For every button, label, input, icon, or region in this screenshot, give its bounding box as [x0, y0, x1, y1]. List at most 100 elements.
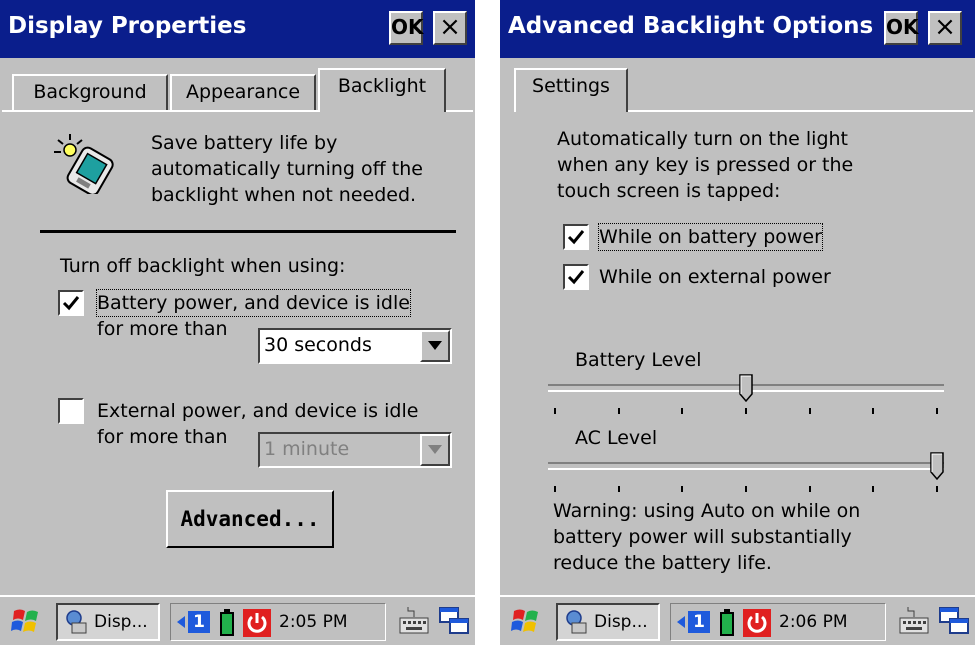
start-windows-icon[interactable]: [10, 605, 42, 637]
screenshot-divider: [475, 0, 500, 645]
battery-power-label[interactable]: While on battery power: [598, 223, 823, 251]
taskbar: Disp... 1 2:06 PM: [500, 595, 975, 645]
window-switch-icon[interactable]: [938, 605, 970, 637]
slider-tick: [745, 486, 747, 492]
battery-timeout-dropdown-button[interactable]: [420, 330, 450, 362]
tab-backlight[interactable]: Backlight: [318, 68, 446, 112]
ok-button[interactable]: OK: [884, 11, 919, 45]
clock[interactable]: 2:06 PM: [779, 604, 848, 640]
keyboard-icon[interactable]: [398, 605, 430, 637]
tray-number-badge[interactable]: 1: [188, 611, 210, 633]
advanced-backlight-screen: Advanced Backlight Options OK × Settings…: [500, 0, 975, 645]
slider-tick: [936, 408, 938, 414]
battery-level-slider[interactable]: [548, 374, 944, 424]
tab-settings[interactable]: Settings: [514, 68, 628, 112]
backlight-device-icon: [54, 134, 114, 194]
system-tray: 1 2:05 PM: [170, 603, 386, 641]
battery-timeout-value: 30 seconds: [264, 334, 372, 356]
clock[interactable]: 2:05 PM: [279, 604, 348, 640]
external-power-label: External power, and device is idle: [97, 400, 419, 422]
panel-top-edge-right: [446, 110, 473, 112]
checkmark-icon: [567, 230, 585, 245]
battery-power-checkbox[interactable]: [58, 290, 84, 316]
tab-background[interactable]: Background: [12, 74, 168, 110]
window-title: Advanced Backlight Options: [508, 13, 874, 39]
battery-icon[interactable]: [719, 609, 735, 637]
taskbar-app-button[interactable]: Disp...: [556, 603, 660, 641]
slider-tick: [554, 486, 556, 492]
intro-line-2: when any key is pressed or the: [557, 154, 854, 176]
slider-tick: [745, 408, 747, 414]
tray-number-badge[interactable]: 1: [688, 611, 710, 633]
battery-idle-label: for more than: [97, 318, 228, 340]
tray-arrow-icon[interactable]: [677, 616, 685, 628]
panel-top-edge: [2, 110, 318, 112]
system-tray: 1 2:06 PM: [670, 603, 886, 641]
section-label: Turn off backlight when using:: [60, 255, 346, 277]
separator-line: [40, 230, 456, 233]
slider-tick: [617, 486, 620, 492]
warning-line-3: reduce the battery life.: [553, 552, 772, 574]
battery-power-label[interactable]: Battery power, and device is idle: [96, 289, 411, 317]
battery-icon[interactable]: [219, 609, 235, 637]
tab-strip: Background Appearance Backlight: [0, 58, 475, 118]
external-timeout-select[interactable]: 1 minute: [258, 432, 452, 468]
chevron-down-icon: [428, 341, 442, 350]
title-bar: Advanced Backlight Options OK ×: [500, 0, 975, 58]
external-timeout-value: 1 minute: [264, 438, 350, 460]
taskbar-app-label: Disp...: [594, 612, 648, 632]
tab-strip: Settings: [500, 58, 975, 118]
intro-line-1: Automatically turn on the light: [557, 128, 849, 150]
slider-tick: [554, 408, 556, 414]
window-title: Display Properties: [8, 13, 247, 39]
title-bar: Display Properties OK ×: [0, 0, 475, 58]
checkmark-icon: [62, 296, 80, 311]
window-switch-icon[interactable]: [438, 605, 470, 637]
slider-tick: [808, 486, 811, 492]
power-icon[interactable]: [243, 609, 271, 637]
display-properties-screen: Display Properties OK × Background Appea…: [0, 0, 475, 645]
display-app-icon: [66, 610, 87, 634]
ac-level-label: AC Level: [575, 427, 658, 449]
keyboard-icon[interactable]: [898, 605, 930, 637]
ac-level-slider[interactable]: [548, 452, 944, 502]
battery-timeout-select[interactable]: 30 seconds: [258, 328, 452, 364]
slider-thumb[interactable]: [739, 374, 753, 402]
tab-appearance[interactable]: Appearance: [170, 74, 316, 110]
advanced-button[interactable]: Advanced...: [166, 490, 334, 548]
slider-tick: [617, 408, 620, 414]
chevron-down-icon: [428, 445, 442, 454]
slider-tick: [872, 486, 875, 492]
taskbar-app-button[interactable]: Disp...: [56, 603, 160, 641]
close-button[interactable]: ×: [433, 11, 467, 45]
checkmark-icon: [567, 270, 585, 285]
external-power-label: While on external power: [599, 266, 831, 288]
slider-tick: [808, 408, 811, 414]
slider-track: [548, 462, 944, 470]
power-icon[interactable]: [743, 609, 771, 637]
slider-tick: [872, 408, 875, 414]
external-power-checkbox[interactable]: [58, 398, 84, 424]
external-timeout-dropdown-button[interactable]: [420, 434, 450, 466]
intro-line-3: backlight when not needed.: [151, 184, 417, 206]
start-windows-icon[interactable]: [510, 605, 542, 637]
ok-button[interactable]: OK: [389, 11, 424, 45]
battery-power-checkbox[interactable]: [563, 224, 589, 250]
warning-line-2: battery power will substantially: [553, 526, 852, 548]
battery-level-label: Battery Level: [575, 349, 702, 371]
slider-tick: [936, 486, 938, 492]
slider-tick: [681, 408, 684, 414]
external-power-checkbox[interactable]: [563, 264, 589, 290]
panel-top-edge: [628, 110, 973, 112]
display-app-icon: [566, 610, 587, 634]
slider-tick: [681, 486, 684, 492]
warning-line-1: Warning: using Auto on while on: [553, 500, 861, 522]
taskbar: Disp... 1 2:05 PM: [0, 595, 475, 645]
intro-line-3: touch screen is tapped:: [557, 180, 781, 202]
intro-line-1: Save battery life by: [151, 132, 338, 154]
external-idle-label: for more than: [97, 426, 228, 448]
slider-thumb[interactable]: [930, 452, 944, 480]
intro-line-2: automatically turning off the: [151, 158, 423, 180]
tray-arrow-icon[interactable]: [177, 616, 185, 628]
close-button[interactable]: ×: [928, 11, 962, 45]
